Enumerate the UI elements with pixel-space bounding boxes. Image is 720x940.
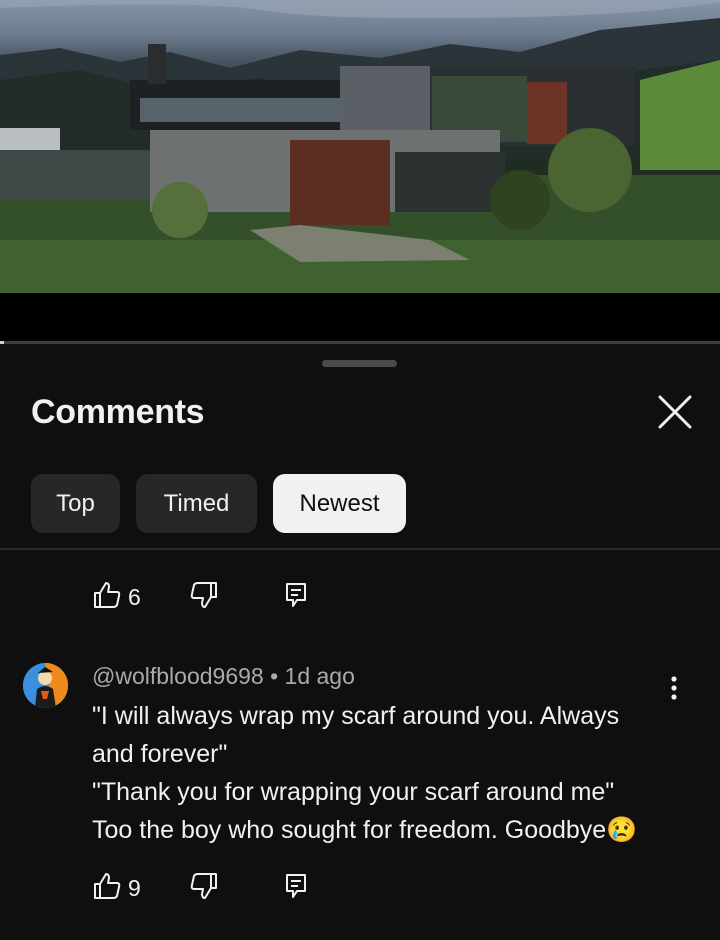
crying-emoji: 😢 bbox=[606, 816, 638, 844]
video-letterbox bbox=[0, 293, 720, 341]
dislike-icon bbox=[189, 871, 219, 906]
video-progress-bar[interactable] bbox=[0, 341, 720, 344]
like-button[interactable]: 9 bbox=[92, 871, 141, 906]
previous-comment-actions: 6 bbox=[92, 580, 309, 615]
video-player[interactable] bbox=[0, 0, 720, 293]
comment-line: "I will always wrap my scarf around you.… bbox=[92, 702, 620, 730]
comment-meta: @wolfblood9698 • 1d ago bbox=[92, 663, 355, 690]
comment-line: Too the boy who sought for freedom. Good… bbox=[92, 816, 607, 844]
comment-author[interactable]: @wolfblood9698 bbox=[92, 663, 264, 689]
comments-sheet: Comments Top Timed Newest 6 @wolfblood96… bbox=[0, 345, 720, 940]
reply-icon bbox=[283, 871, 309, 906]
like-count: 6 bbox=[128, 583, 141, 610]
like-icon bbox=[92, 580, 122, 615]
dislike-icon bbox=[189, 580, 219, 615]
dislike-button[interactable] bbox=[189, 871, 219, 906]
comment-age: 1d ago bbox=[284, 663, 355, 689]
filter-chip-top[interactable]: Top bbox=[31, 474, 120, 533]
filter-chip-timed[interactable]: Timed bbox=[136, 474, 257, 533]
comment-line: and forever" bbox=[92, 740, 228, 768]
reply-button[interactable] bbox=[283, 580, 309, 615]
dislike-button[interactable] bbox=[189, 580, 219, 615]
comment-line: "Thank you for wrapping your scarf aroun… bbox=[92, 778, 615, 806]
reply-icon bbox=[283, 580, 309, 615]
reply-button[interactable] bbox=[283, 871, 309, 906]
like-button[interactable]: 6 bbox=[92, 580, 141, 615]
video-frame-image bbox=[0, 0, 720, 293]
meta-separator: • bbox=[270, 663, 285, 689]
filter-chip-newest[interactable]: Newest bbox=[273, 474, 406, 533]
like-count: 9 bbox=[128, 874, 141, 901]
close-icon[interactable] bbox=[652, 393, 698, 433]
video-progress-fill bbox=[0, 341, 4, 344]
avatar[interactable] bbox=[23, 663, 68, 708]
drag-handle[interactable] bbox=[322, 360, 397, 367]
comment-text: "I will always wrap my scarf around you.… bbox=[92, 697, 672, 849]
divider bbox=[0, 548, 720, 550]
comment-actions: 9 bbox=[92, 871, 309, 906]
comments-title: Comments bbox=[31, 393, 205, 431]
like-icon bbox=[92, 871, 122, 906]
comment-line-last: Too the boy who sought for freedom. Good… bbox=[92, 811, 672, 849]
